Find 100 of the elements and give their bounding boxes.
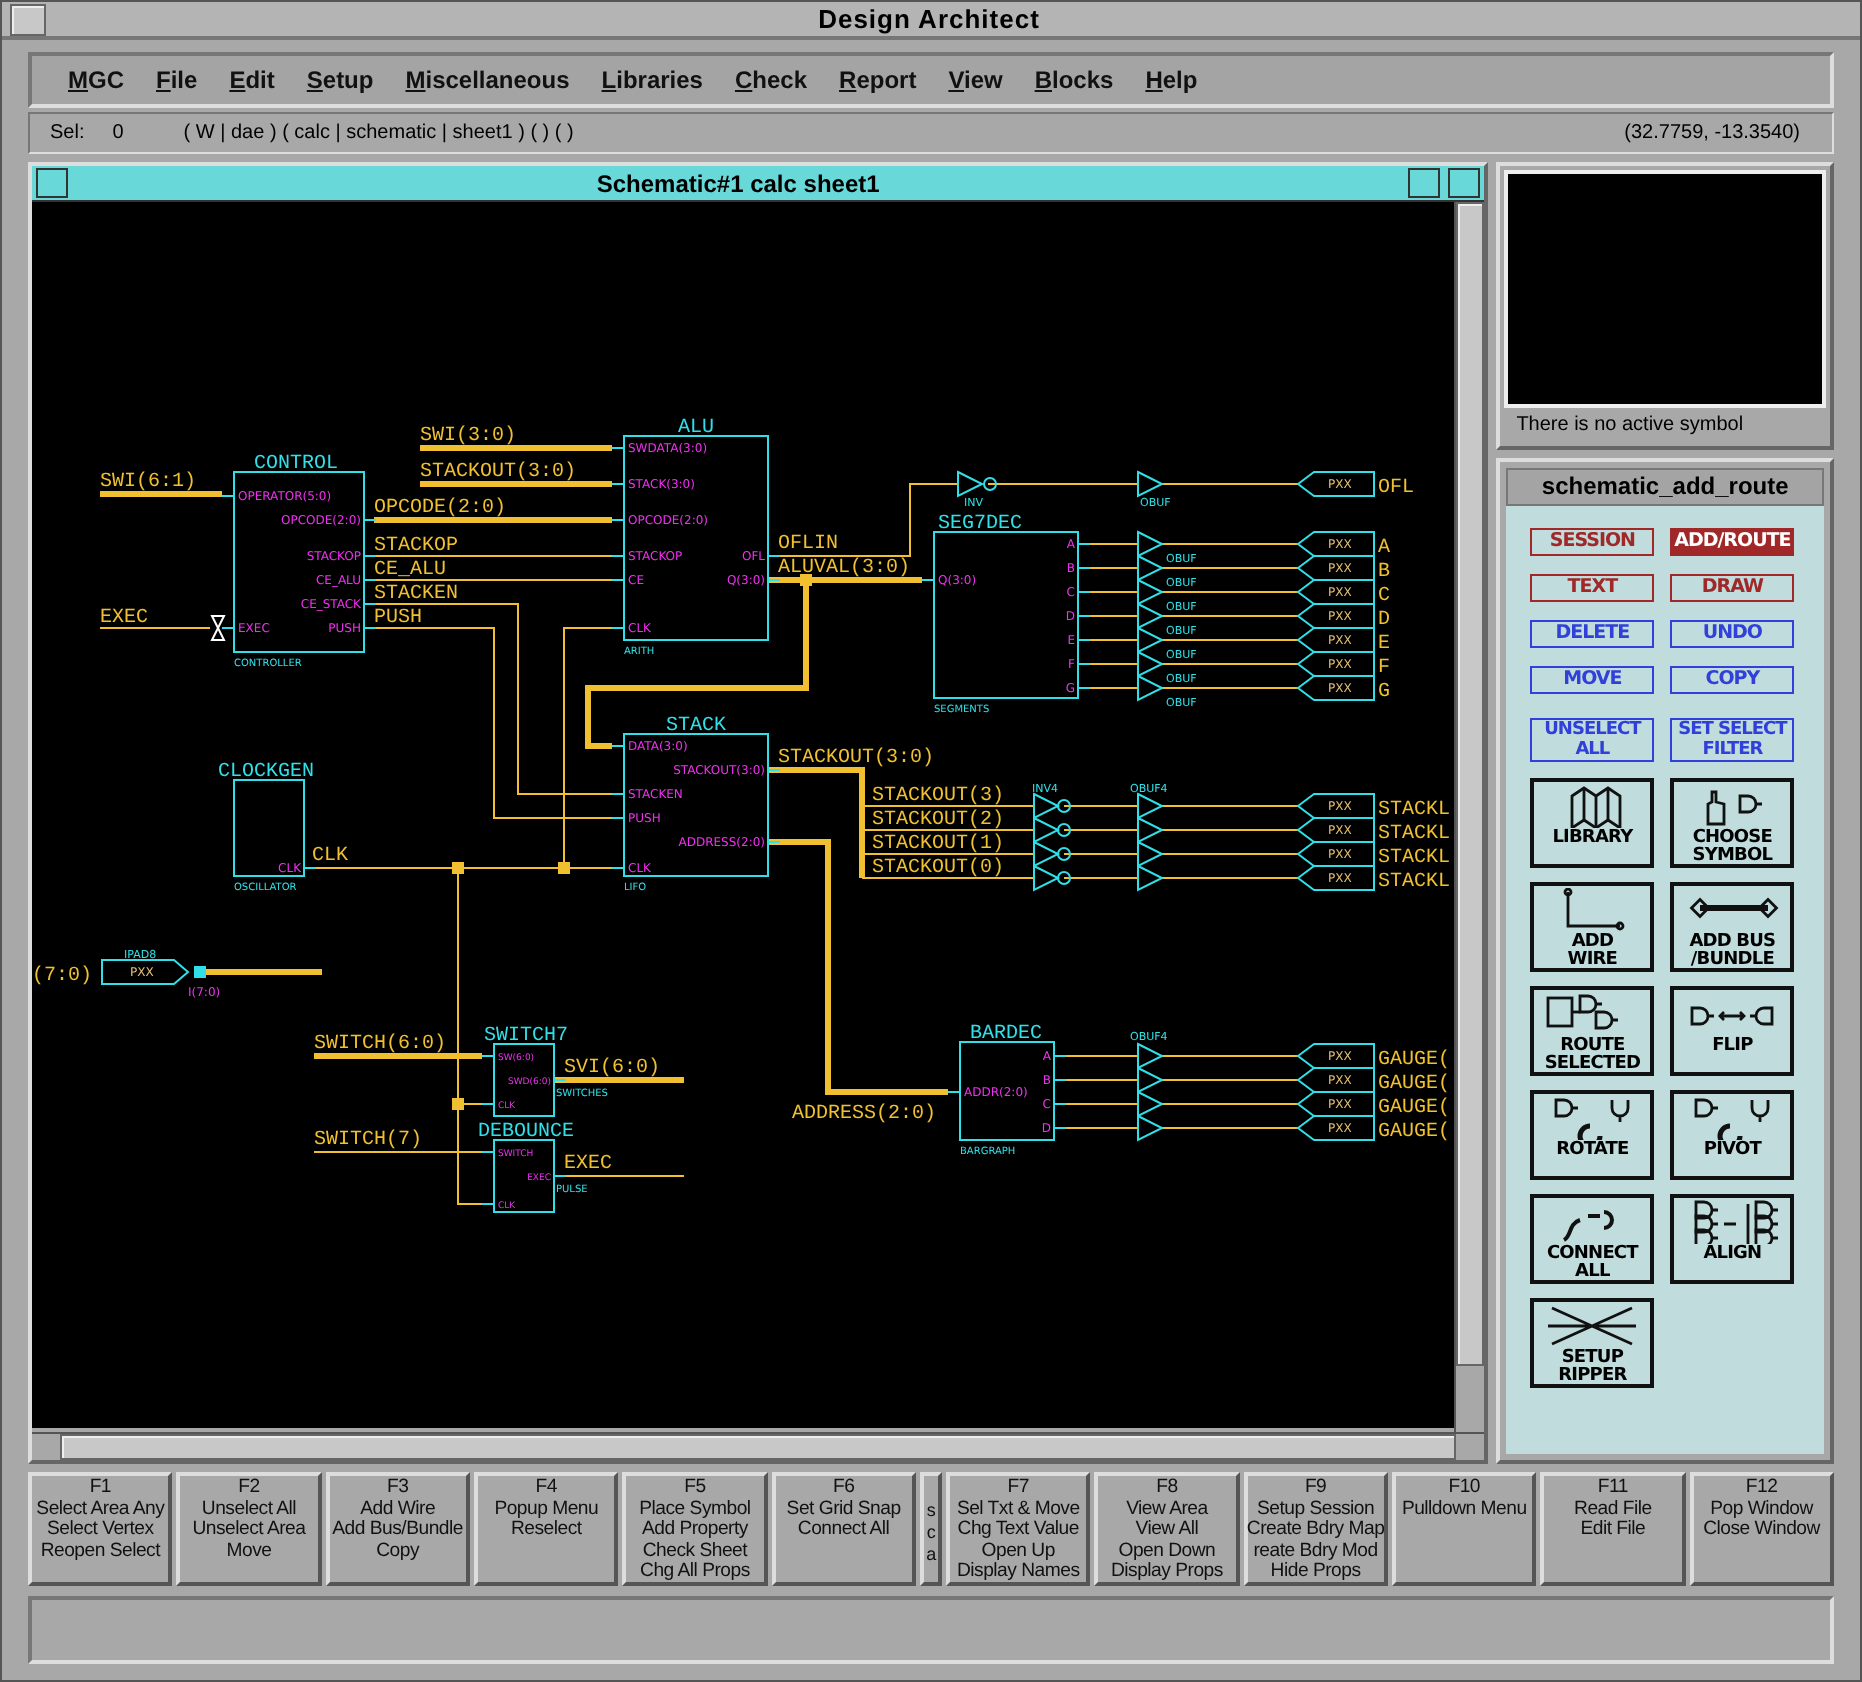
net-label: CE_ALU: [374, 560, 447, 582]
maximize-button[interactable]: [1448, 168, 1481, 198]
function-key[interactable]: F6 Set Grid Snap Connect All: [771, 1472, 916, 1586]
palette-button[interactable]: TEXT: [1530, 574, 1655, 602]
net-label: STACKOUT(0): [872, 858, 1005, 880]
selection-label: Sel:: [50, 122, 85, 144]
output-port-symbol: [1296, 865, 1375, 891]
net-label: SWITCH(7): [314, 1130, 423, 1152]
palette-tool-button[interactable]: ROTATE: [1530, 1090, 1655, 1180]
net-label: STACKL: [1378, 872, 1451, 894]
function-key[interactable]: F2 Unselect All Unselect Area Move: [176, 1472, 322, 1586]
output-port-symbol: [1296, 531, 1375, 557]
palette-tool-button[interactable]: CHOOSE SYMBOL: [1670, 778, 1795, 868]
function-key[interactable]: F9 Setup Session Create Bdry Map reate Bdry Mod Hide Props: [1243, 1472, 1388, 1586]
selection-count: 0: [112, 122, 124, 144]
palette-button[interactable]: SESSION: [1530, 528, 1655, 556]
symbol-name: SWITCH7: [484, 1026, 569, 1048]
net-label: STACKOUT(3:0): [778, 748, 935, 770]
buffer-symbol: [1137, 1066, 1165, 1094]
minimize-button[interactable]: [1408, 168, 1441, 198]
function-key[interactable]: F1 Select Area Any Select Vertex Reopen Select: [28, 1472, 173, 1586]
symbol-name: CONTROL: [254, 454, 339, 476]
menu-item[interactable]: Miscellaneous: [389, 66, 586, 94]
palette-button[interactable]: ADD/ROUTE: [1670, 528, 1795, 556]
output-port-symbol: [1296, 1091, 1375, 1117]
function-key[interactable]: F8 View Area View All Open Down Display Props: [1094, 1472, 1240, 1586]
palette-tool-button[interactable]: LIBRARY: [1530, 778, 1655, 868]
palette-button[interactable]: UNDO: [1670, 620, 1795, 648]
palette-tool-button[interactable]: FLIP: [1670, 986, 1795, 1076]
buffer-symbol: [1137, 864, 1165, 892]
net-label: E: [1378, 634, 1391, 656]
output-port-symbol: [1296, 555, 1375, 581]
function-key[interactable]: F7 Sel Txt & Move Chg Text Value Open Up Display Names: [945, 1472, 1091, 1586]
buffer-symbol: [1137, 602, 1165, 630]
function-key[interactable]: F11 Read File Edit File: [1540, 1472, 1686, 1586]
function-key[interactable]: F4 Popup Menu Reselect: [473, 1472, 619, 1586]
menu-item[interactable]: Check: [718, 66, 824, 94]
menu-item[interactable]: MGC: [52, 66, 140, 94]
net-label: SWI(3:0): [420, 426, 517, 448]
menu-item[interactable]: Help: [1129, 66, 1214, 94]
output-port-symbol: [1296, 841, 1375, 867]
symbol-box[interactable]: [959, 1041, 1055, 1141]
palette-button[interactable]: DRAW: [1670, 574, 1795, 602]
symbol-box[interactable]: [933, 531, 1079, 699]
net-label: STACKOP: [374, 536, 459, 558]
function-key[interactable]: F5 Place Symbol Add Property Check Sheet Chg All Props: [622, 1472, 768, 1586]
menu-item[interactable]: Report: [823, 66, 933, 94]
inverter-symbol: [1033, 817, 1071, 843]
window-menu-button[interactable]: [10, 3, 46, 35]
palette-tool-button[interactable]: ALIGN: [1670, 1194, 1795, 1284]
menu-item[interactable]: File: [140, 66, 214, 94]
palette-button[interactable]: UNSELECT ALL: [1530, 718, 1655, 762]
context-path: ( W | dae ) ( calc | schematic | sheet1 ) ( ) ( ): [183, 122, 574, 144]
symbol-box[interactable]: [623, 733, 769, 877]
window-menu-button[interactable]: [36, 168, 68, 198]
buffer-symbol: [1137, 650, 1165, 678]
function-key[interactable]: F10 Pulldown Menu: [1391, 1472, 1537, 1586]
function-key[interactable]: s c a: [919, 1472, 942, 1586]
function-key[interactable]: F12 Pop Window Close Window: [1689, 1472, 1834, 1586]
palette-tool-button[interactable]: ROUTE SELECTED: [1530, 986, 1655, 1076]
symbol-box[interactable]: [623, 435, 769, 641]
symbol-box[interactable]: [493, 1043, 555, 1117]
menu-item[interactable]: Setup: [290, 66, 390, 94]
menu-item[interactable]: Blocks: [1018, 66, 1130, 94]
palette-button[interactable]: DELETE: [1530, 620, 1655, 648]
schematic-canvas[interactable]: [32, 202, 1454, 1428]
palette-tool-button[interactable]: CONNECT ALL: [1530, 1194, 1655, 1284]
symbol-box[interactable]: [233, 779, 305, 877]
palette-tool-button[interactable]: SETUP RIPPER: [1530, 1298, 1655, 1388]
output-port-symbol: [1296, 579, 1375, 605]
inverter-symbol: [1033, 841, 1071, 867]
net-label: STACKOUT(1): [872, 834, 1005, 856]
net-label: B: [1378, 562, 1391, 584]
net-label: CLK: [312, 846, 349, 868]
net-label: D: [1378, 610, 1391, 632]
symbol-box[interactable]: [493, 1139, 555, 1213]
symbol-name: CLOCKGEN: [218, 762, 315, 784]
net-label: ADDRESS(2:0): [792, 1104, 937, 1126]
net-label: PUSH: [374, 608, 423, 630]
buffer-symbol: [1137, 1114, 1165, 1142]
output-port-symbol: [1296, 627, 1375, 653]
palette-button[interactable]: SET SELECT FILTER: [1670, 718, 1795, 762]
net-label: ALUVAL(3:0): [778, 558, 911, 580]
symbol-name: BARDEC: [970, 1024, 1043, 1046]
palette-tool-button[interactable]: ADD WIRE: [1530, 882, 1655, 972]
palette-tool-button[interactable]: ADD BUS /BUNDLE: [1670, 882, 1795, 972]
buffer-symbol: [1137, 674, 1165, 702]
palette-button[interactable]: COPY: [1670, 666, 1795, 694]
buffer-symbol: [1137, 1042, 1165, 1070]
symbol-name: SEG7DEC: [938, 514, 1023, 536]
buffer-symbol: [1137, 1090, 1165, 1118]
symbol-box[interactable]: [233, 471, 365, 653]
function-key[interactable]: F3 Add Wire Add Bus/Bundle Copy: [325, 1472, 470, 1586]
menu-item[interactable]: Edit: [213, 66, 291, 94]
menu-item[interactable]: View: [932, 66, 1019, 94]
menu-item[interactable]: Libraries: [585, 66, 719, 94]
net-label: EXEC: [100, 608, 149, 630]
palette-button[interactable]: MOVE: [1530, 666, 1655, 694]
pin-marker-icon: [210, 615, 226, 641]
palette-tool-button[interactable]: PIVOT: [1670, 1090, 1795, 1180]
